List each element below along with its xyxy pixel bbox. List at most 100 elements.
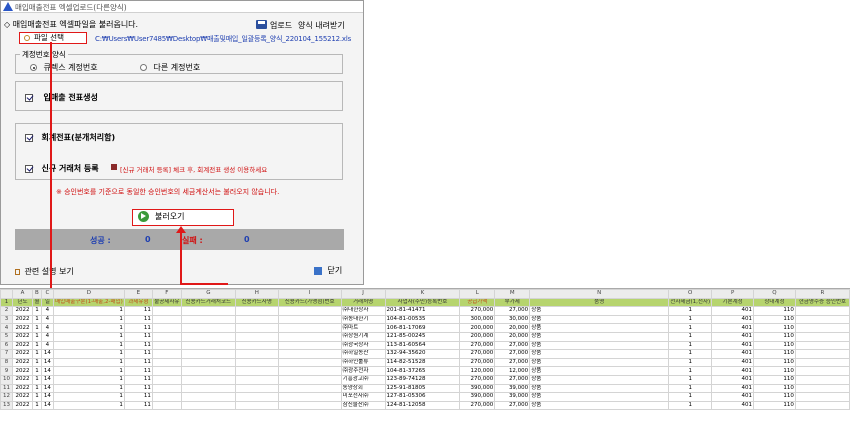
- table-cell[interactable]: 상품: [529, 366, 670, 376]
- table-cell[interactable]: E: [123, 289, 153, 299]
- table-cell[interactable]: 132-94-35620: [384, 349, 461, 359]
- table-cell[interactable]: 125-91-81805: [384, 383, 461, 394]
- table-cell[interactable]: 110: [753, 400, 796, 411]
- table-cell[interactable]: 11: [123, 374, 153, 385]
- table-cell[interactable]: C: [40, 289, 54, 299]
- table-cell[interactable]: 월: [31, 297, 42, 308]
- table-cell[interactable]: 4: [40, 323, 54, 333]
- table-cell[interactable]: 1: [52, 340, 125, 351]
- table-cell[interactable]: 1: [31, 314, 42, 325]
- table-cell[interactable]: 4: [40, 340, 54, 351]
- table-cell[interactable]: 1: [668, 314, 713, 325]
- table-cell[interactable]: 110: [753, 374, 796, 385]
- table-cell[interactable]: [234, 323, 279, 333]
- table-cell[interactable]: [180, 400, 236, 411]
- table-cell[interactable]: O: [668, 289, 713, 299]
- table-cell[interactable]: 27,000: [494, 349, 531, 359]
- table-cell[interactable]: Q: [753, 289, 796, 299]
- table-cell[interactable]: 2022: [11, 392, 33, 402]
- row-number[interactable]: 10: [0, 374, 13, 385]
- table-cell[interactable]: 11: [123, 366, 153, 376]
- table-cell[interactable]: 270,000: [459, 374, 496, 385]
- table-cell[interactable]: P: [711, 289, 755, 299]
- table-cell[interactable]: 4: [40, 306, 54, 316]
- table-cell[interactable]: 상품: [529, 340, 670, 351]
- table-cell[interactable]: [151, 331, 182, 342]
- table-cell[interactable]: 과세유형: [123, 297, 153, 308]
- row-number[interactable]: 11: [0, 383, 13, 394]
- table-cell[interactable]: 공급가액: [459, 297, 496, 308]
- table-cell[interactable]: 1: [31, 374, 42, 385]
- table-cell[interactable]: [794, 383, 850, 394]
- table-cell[interactable]: 110: [753, 357, 796, 368]
- table-cell[interactable]: [151, 400, 182, 411]
- table-cell[interactable]: 1: [52, 383, 125, 394]
- table-cell[interactable]: [794, 331, 850, 342]
- table-cell[interactable]: 2022: [11, 366, 33, 376]
- table-cell[interactable]: [277, 331, 342, 342]
- table-cell[interactable]: K: [384, 289, 461, 299]
- table-cell[interactable]: 14: [40, 400, 54, 411]
- table-cell[interactable]: 2022: [11, 331, 33, 342]
- table-cell[interactable]: 1: [31, 400, 42, 411]
- table-cell[interactable]: 1: [52, 323, 125, 333]
- table-cell[interactable]: [180, 374, 236, 385]
- table-cell[interactable]: 매입매출구분(1-매출,2-매입): [52, 297, 125, 308]
- table-cell[interactable]: [277, 374, 342, 385]
- table-cell[interactable]: 2022: [11, 349, 33, 359]
- table-cell[interactable]: 104-81-37265: [384, 366, 461, 376]
- table-cell[interactable]: 110: [753, 323, 796, 333]
- table-cell[interactable]: 1: [52, 314, 125, 325]
- table-cell[interactable]: [277, 366, 342, 376]
- table-cell[interactable]: ㈜하인툴류: [340, 357, 386, 368]
- table-cell[interactable]: 1: [52, 400, 125, 411]
- table-cell[interactable]: 1: [668, 357, 713, 368]
- table-cell[interactable]: 동양상회: [340, 383, 386, 394]
- table-cell[interactable]: 401: [711, 314, 755, 325]
- table-cell[interactable]: [794, 357, 850, 368]
- table-cell[interactable]: [277, 306, 342, 316]
- table-cell[interactable]: 110: [753, 349, 796, 359]
- table-cell[interactable]: [794, 314, 850, 325]
- table-cell[interactable]: [794, 306, 850, 316]
- table-cell[interactable]: [794, 349, 850, 359]
- table-cell[interactable]: 39,000: [494, 383, 531, 394]
- table-cell[interactable]: [234, 357, 279, 368]
- table-cell[interactable]: 2022: [11, 374, 33, 385]
- table-cell[interactable]: 390,000: [459, 383, 496, 394]
- table-cell[interactable]: [277, 357, 342, 368]
- table-cell[interactable]: I: [277, 289, 342, 299]
- help-link[interactable]: 관련 설명 보기: [15, 266, 74, 277]
- table-cell[interactable]: 110: [753, 340, 796, 351]
- table-cell[interactable]: 270,000: [459, 340, 496, 351]
- table-cell[interactable]: 4: [40, 314, 54, 325]
- table-cell[interactable]: ㈜동대한기: [340, 314, 386, 325]
- table-cell[interactable]: 2022: [11, 340, 33, 351]
- table-cell[interactable]: 401: [711, 392, 755, 402]
- table-cell[interactable]: 11: [123, 349, 153, 359]
- table-cell[interactable]: 11: [123, 314, 153, 325]
- table-cell[interactable]: M: [494, 289, 531, 299]
- row-number[interactable]: 3: [0, 314, 13, 325]
- table-cell[interactable]: 20,000: [494, 323, 531, 333]
- row-number[interactable]: [0, 289, 13, 299]
- table-cell[interactable]: [234, 340, 279, 351]
- table-cell[interactable]: 27,000: [494, 306, 531, 316]
- row-number[interactable]: 9: [0, 366, 13, 376]
- row-number[interactable]: 6: [0, 340, 13, 351]
- table-cell[interactable]: ㈜광국상사: [340, 340, 386, 351]
- table-cell[interactable]: 27,000: [494, 400, 531, 411]
- table-cell[interactable]: 불공제사유: [151, 297, 182, 308]
- table-cell[interactable]: D: [52, 289, 125, 299]
- table-cell[interactable]: [151, 323, 182, 333]
- table-cell[interactable]: B: [31, 289, 42, 299]
- table-cell[interactable]: 1: [668, 306, 713, 316]
- table-cell[interactable]: [794, 366, 850, 376]
- table-cell[interactable]: [277, 314, 342, 325]
- table-cell[interactable]: [234, 383, 279, 394]
- table-cell[interactable]: 1: [668, 366, 713, 376]
- table-cell[interactable]: 상대계정: [753, 297, 796, 308]
- table-cell[interactable]: [180, 314, 236, 325]
- table-cell[interactable]: 상품: [529, 349, 670, 359]
- table-cell[interactable]: [794, 392, 850, 402]
